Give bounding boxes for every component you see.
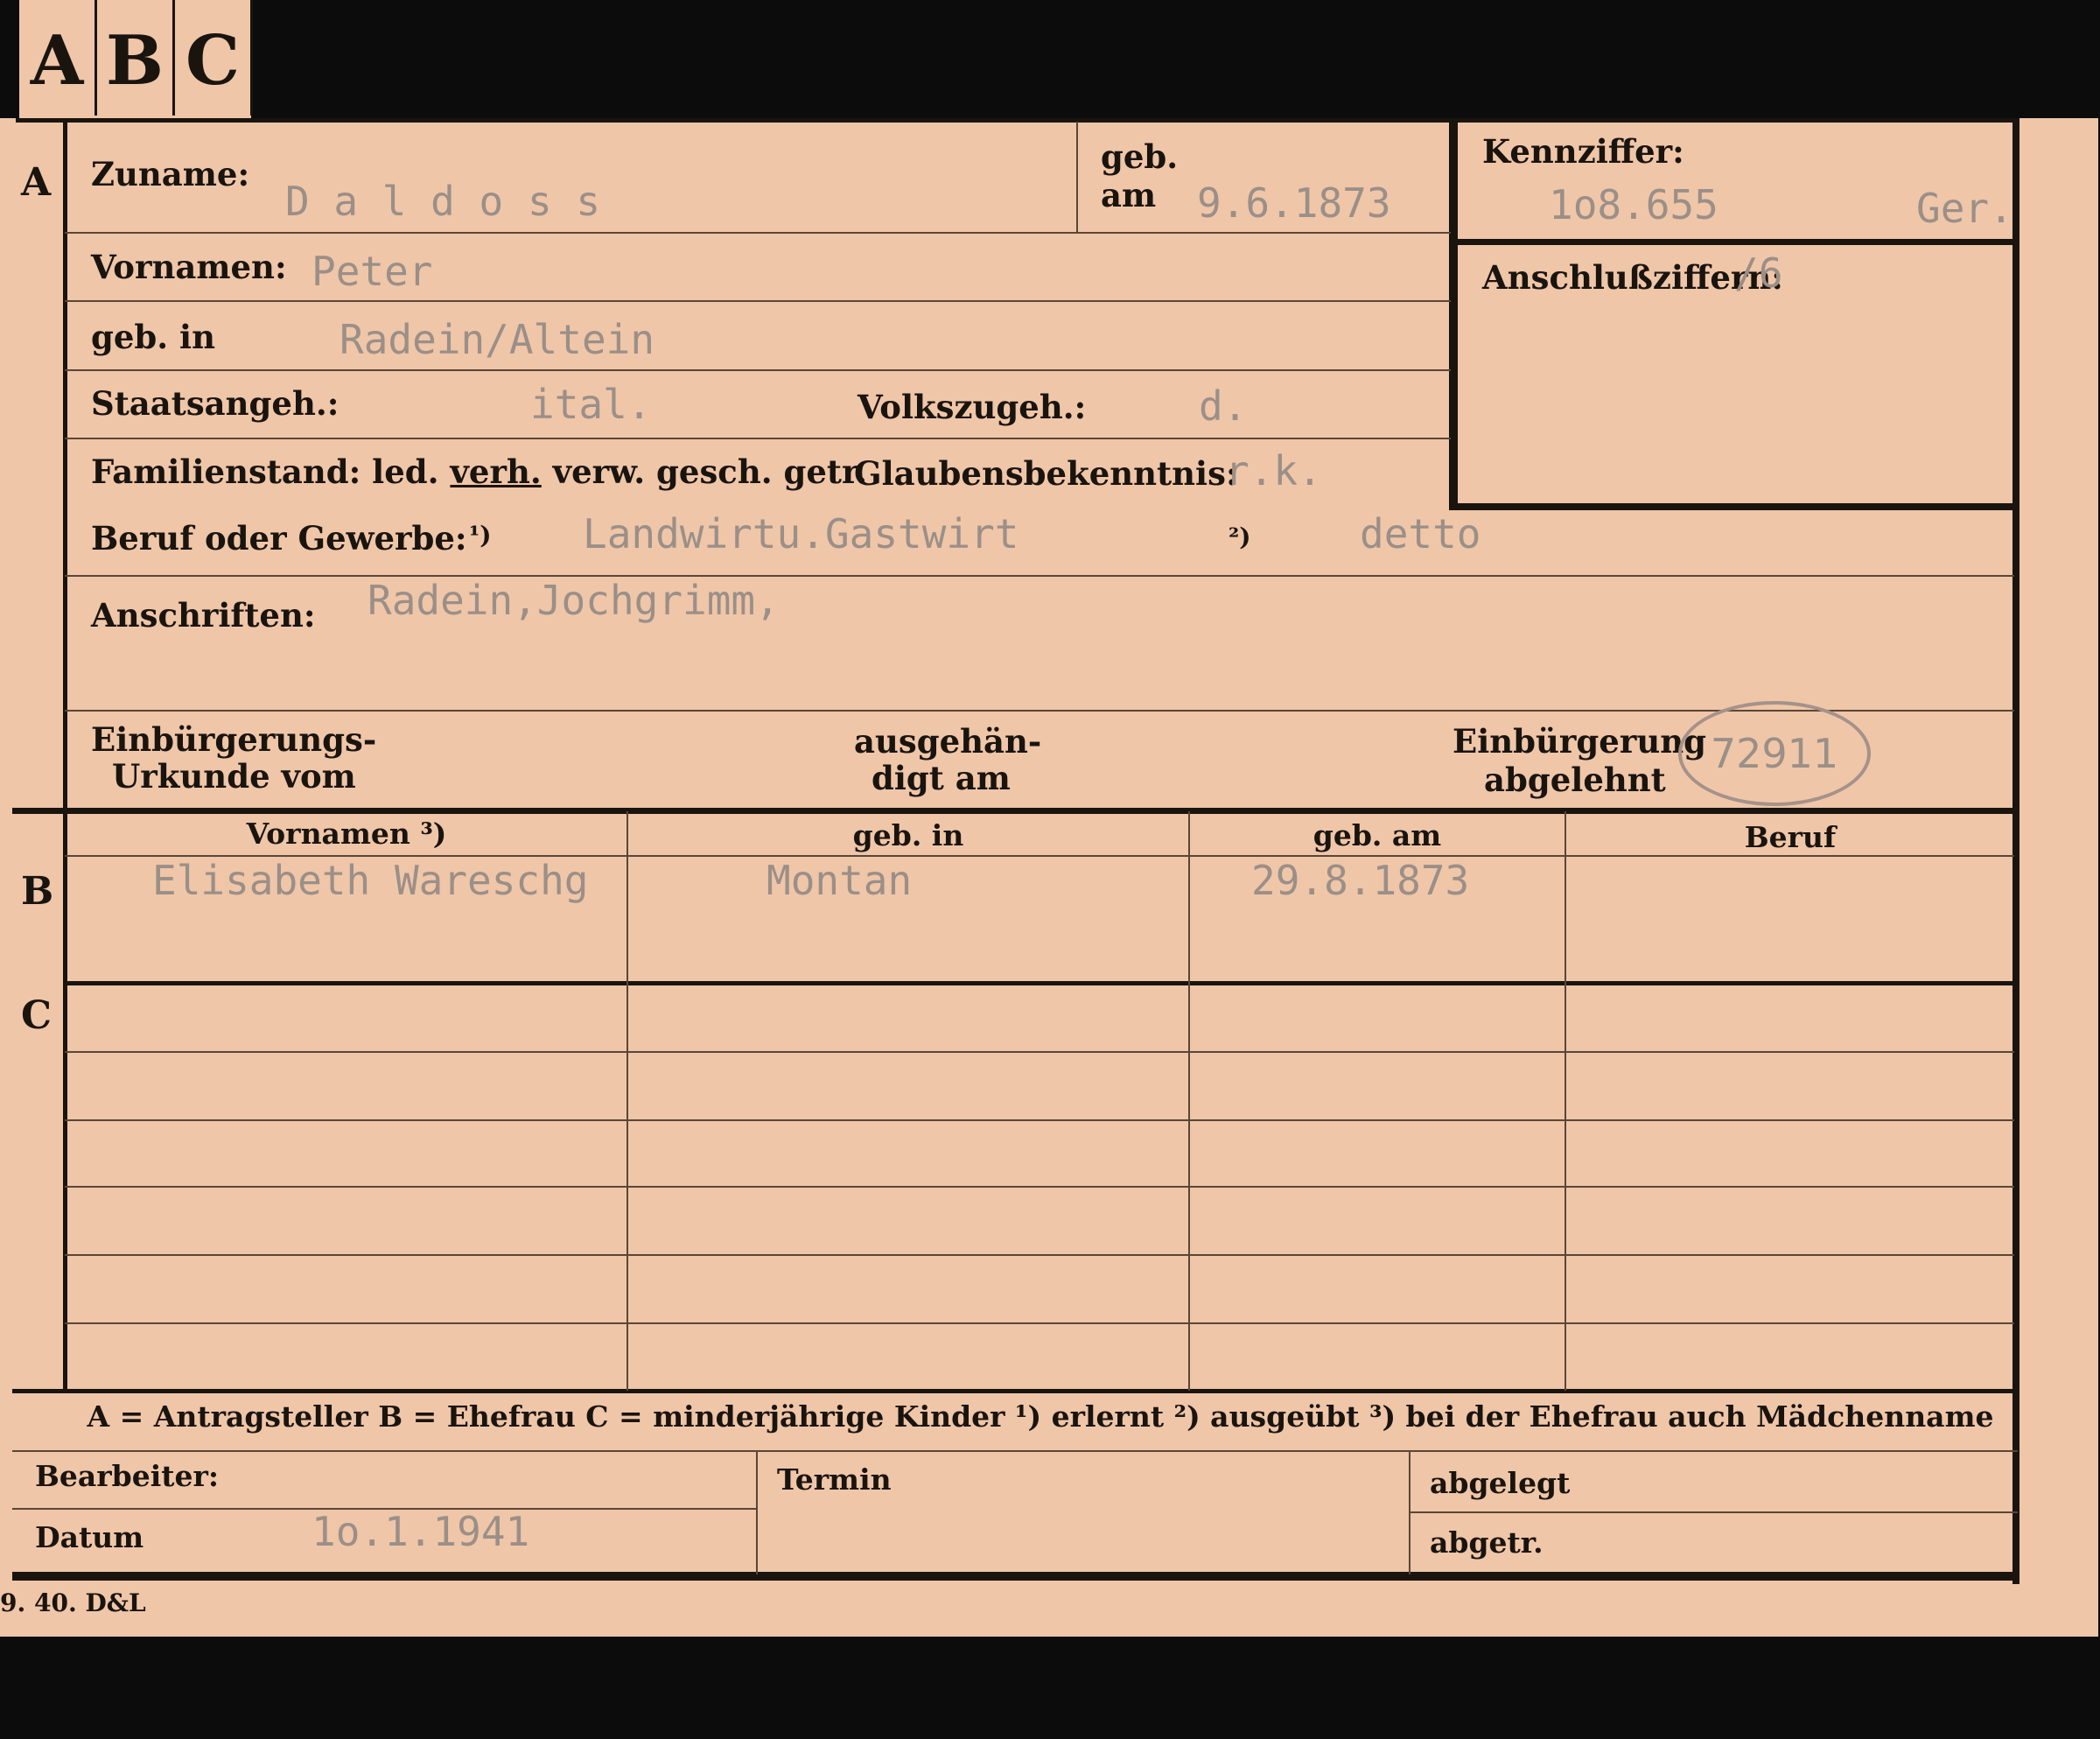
- geb-in-label: geb. in: [91, 318, 216, 356]
- tab-a: A: [19, 0, 97, 116]
- footnote-1-marker: ¹): [469, 521, 492, 550]
- wife-geb-am: 29.8.1873: [1251, 857, 1470, 904]
- registration-card: A B C Zuname: D a l d o s s geb. am 9.6.…: [0, 118, 2098, 1637]
- tab-c: C: [175, 0, 253, 116]
- volkszugeh-label: Volkszugeh.:: [858, 388, 1087, 426]
- datum-value: 1o.1.1941: [312, 1508, 530, 1555]
- col-header-vornamen: Vornamen ³): [246, 817, 447, 851]
- volkszugeh-value: d.: [1199, 382, 1248, 430]
- section-letter-c: C: [21, 993, 52, 1038]
- einbuergerung-label-1: Einbürgerung: [1452, 722, 1707, 761]
- staatsangeh-value: ital.: [530, 381, 652, 428]
- section-letter-b: B: [21, 869, 54, 914]
- section-letter-a: A: [21, 160, 52, 205]
- wife-geb-in: Montan: [766, 857, 913, 904]
- footnote-2-marker: ²): [1228, 522, 1251, 551]
- ausgehaen-label-2: digt am: [872, 759, 1011, 797]
- glaubensbekenntnis-label: Glaubensbekenntnis:: [854, 454, 1238, 493]
- datum-label: Datum: [35, 1520, 144, 1554]
- abgetr-label: abgetr.: [1430, 1525, 1544, 1560]
- index-tabs: A B C: [19, 0, 253, 123]
- zuname-label: Zuname:: [91, 155, 250, 193]
- einbuergerungs-label-1: Einbürgerungs-: [91, 720, 377, 759]
- legend: A = Antragsteller B = Ehefrau C = minder…: [87, 1399, 1994, 1434]
- tab-b: B: [97, 0, 175, 116]
- einbuergerung-label-2: abgelehnt: [1484, 761, 1666, 799]
- col-header-beruf: Beruf: [1744, 820, 1837, 854]
- anschlussziffern-value: /6: [1734, 249, 1783, 297]
- staatsangeh-label: Staatsangeh.:: [91, 384, 340, 423]
- col-header-geb-in: geb. in: [852, 818, 964, 852]
- einbuergerungs-label-2: Urkunde vom: [112, 757, 356, 796]
- anschriften-label: Anschriften:: [91, 596, 316, 635]
- anschriften-value: Radein,Jochgrimm,: [368, 577, 780, 624]
- vornamen-label: Vornamen:: [91, 248, 287, 286]
- zuname-value: D a l d o s s: [285, 178, 601, 225]
- beruf-label: Beruf oder Gewerbe:: [91, 519, 467, 557]
- wife-vornamen: Elisabeth Wareschg: [152, 857, 589, 904]
- kennziffer-value: 1o8.655: [1549, 181, 1718, 228]
- bearbeiter-label: Bearbeiter:: [35, 1459, 220, 1493]
- geb-am-value: 9.6.1873: [1197, 179, 1391, 227]
- vornamen-value: Peter: [312, 248, 433, 295]
- geb-am-label-2: am: [1101, 176, 1157, 214]
- beruf-2-value: detto: [1360, 510, 1481, 557]
- familienstand-verh: verh.: [450, 452, 542, 491]
- ausgehaen-label-1: ausgehän-: [854, 722, 1042, 761]
- number-stamp: 72911: [1678, 701, 1871, 806]
- kennziffer-label: Kennziffer:: [1482, 132, 1684, 171]
- geb-in-value: Radein/Altein: [340, 316, 655, 363]
- kennziffer-suffix: Ger.: [1916, 185, 2013, 232]
- familienstand-label: Familienstand: led. verh. verw. gesch. g…: [91, 452, 867, 491]
- beruf-1-value: Landwirtu.Gastwirt: [583, 510, 1019, 557]
- geb-am-label-1: geb.: [1101, 137, 1179, 176]
- col-header-geb-am: geb. am: [1312, 818, 1442, 852]
- abgelegt-label: abgelegt: [1430, 1466, 1571, 1500]
- print-code: 9. 40. D&L: [0, 1588, 146, 1617]
- familienstand-suffix: verw. gesch. getr.: [541, 452, 867, 491]
- glaubensbekenntnis-value: r.k.: [1225, 447, 1322, 494]
- termin-label: Termin: [777, 1462, 892, 1497]
- familienstand-prefix: Familienstand: led.: [91, 452, 451, 491]
